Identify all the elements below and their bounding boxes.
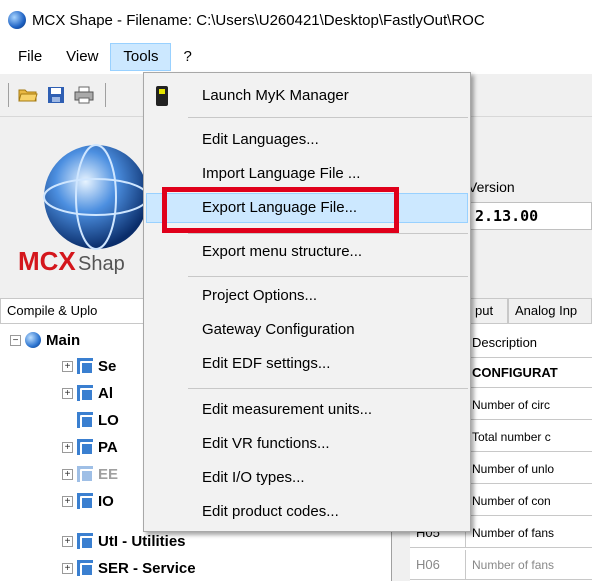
tree-label: Al [98,384,113,402]
mcx-shape-logo: MCX Shap [16,137,156,277]
svg-text:MCX: MCX [18,246,76,276]
app-globe-icon [8,11,26,29]
menu-item-label: Export Language File... [202,199,358,216]
window-title: MCX Shape - Filename: C:\Users\U260421\D… [32,11,485,29]
menu-item-label: Edit EDF settings... [202,355,331,372]
node-icon [77,533,94,550]
menu-item-import-language-file[interactable]: Import Language File ... [146,159,468,189]
tab-compile-upload[interactable]: Compile & Uplo [0,298,150,324]
menu-item-edit-languages[interactable]: Edit Languages... [146,125,468,155]
myk-device-icon [156,86,168,106]
menu-item-export-language-file[interactable]: Export Language File... [146,193,468,223]
tree-label: Main [46,331,81,349]
tree-label: Se [98,357,117,375]
tree-node[interactable]: + Se [62,354,116,378]
menu-tools[interactable]: Tools [110,43,172,71]
tree-node[interactable]: + IO [62,489,114,513]
svg-text:Shap: Shap [78,253,125,275]
title-bar: MCX Shape - Filename: C:\Users\U260421\D… [0,0,592,40]
node-icon [77,493,94,510]
tree-node-service[interactable]: + SER - Service [62,556,196,580]
menu-item-label: Edit I/O types... [202,469,305,486]
toolbar-grip [8,83,9,107]
globe-icon [25,332,41,348]
tab-analog-input[interactable]: Analog Inp [508,298,592,324]
grid-header-description: Description [472,335,538,350]
expand-icon[interactable]: + [62,468,73,480]
menu-item-label: Project Options... [202,287,318,304]
expand-icon[interactable]: + [62,360,73,372]
tree-node[interactable]: LO [77,408,119,432]
menu-item-edit-product-codes[interactable]: Edit product codes... [146,497,468,527]
expand-icon[interactable]: + [62,441,73,453]
tree-node[interactable]: + EE [62,462,118,486]
menu-bar: File View Tools ? [0,40,592,74]
param-description: Number of circ [472,398,551,412]
tree-node-main[interactable]: − Main [10,328,80,352]
tools-dropdown-menu: Launch MyK Manager Edit Languages... Imp… [143,72,471,532]
menu-separator [188,388,468,389]
tree-node-utilities[interactable]: + UtI - Utilities [62,529,186,553]
node-icon [77,560,94,577]
param-description: Number of unlo [472,462,555,476]
menu-help[interactable]: ? [171,43,203,71]
menu-item-label: Export menu structure... [202,243,363,260]
expand-icon[interactable]: + [62,495,73,507]
tree-label: UtI - Utilities [98,532,186,550]
tree-node[interactable]: + Al [62,381,113,405]
node-icon [77,466,94,483]
save-icon[interactable] [45,84,67,106]
menu-item-edit-vr-functions[interactable]: Edit VR functions... [146,429,468,459]
version-value: 2.13.00 [468,202,592,230]
menu-file[interactable]: File [6,43,54,71]
param-description: Number of fans [472,526,555,540]
menu-item-edit-edf-settings[interactable]: Edit EDF settings... [146,349,468,379]
tree-label: EE [98,465,119,483]
menu-item-label: Edit Languages... [202,131,319,148]
menu-item-label: Import Language File ... [202,165,361,182]
menu-separator [188,117,468,118]
menu-item-export-menu-structure[interactable]: Export menu structure... [146,237,468,267]
tree-label: SER - Service [98,559,196,577]
menu-item-label: Gateway Configuration [202,321,355,338]
menu-view[interactable]: View [54,43,110,71]
node-icon [77,385,94,402]
print-icon[interactable] [73,84,95,106]
grid-section-label: CONFIGURAT [472,365,558,380]
menu-item-label: Launch MyK Manager [202,87,349,104]
node-icon [77,439,94,456]
tab-output[interactable]: put [468,298,508,324]
menu-separator [188,233,468,234]
toolbar-separator [105,83,106,107]
tree-label: LO [98,411,119,429]
version-label: Version [468,179,515,195]
menu-item-project-options[interactable]: Project Options... [146,281,468,311]
menu-item-edit-measurement-units[interactable]: Edit measurement units... [146,395,468,425]
expand-icon[interactable]: + [62,535,73,547]
menu-separator [188,276,468,277]
menu-item-launch-myk-manager[interactable]: Launch MyK Manager [146,81,468,111]
tree-node[interactable]: + PA [62,435,118,459]
param-code: H06 [410,550,466,579]
node-icon [77,358,94,375]
menu-item-edit-io-types[interactable]: Edit I/O types... [146,463,468,493]
param-description: Number of con [472,494,551,508]
tree-label: IO [98,492,114,510]
menu-item-label: Edit measurement units... [202,401,373,418]
menu-item-label: Edit VR functions... [202,435,330,452]
menu-item-gateway-configuration[interactable]: Gateway Configuration [146,315,468,345]
node-icon [77,412,94,429]
param-description: Number of fans [472,558,555,572]
tree-label: PA [98,438,118,456]
expand-icon[interactable]: + [62,387,73,399]
menu-item-label: Edit product codes... [202,503,339,520]
open-folder-icon[interactable] [17,84,39,106]
expand-icon[interactable]: + [62,562,73,574]
param-description: Total number c [472,430,551,444]
collapse-icon[interactable]: − [10,334,21,346]
table-row[interactable]: H06 Number of fans [410,550,592,580]
